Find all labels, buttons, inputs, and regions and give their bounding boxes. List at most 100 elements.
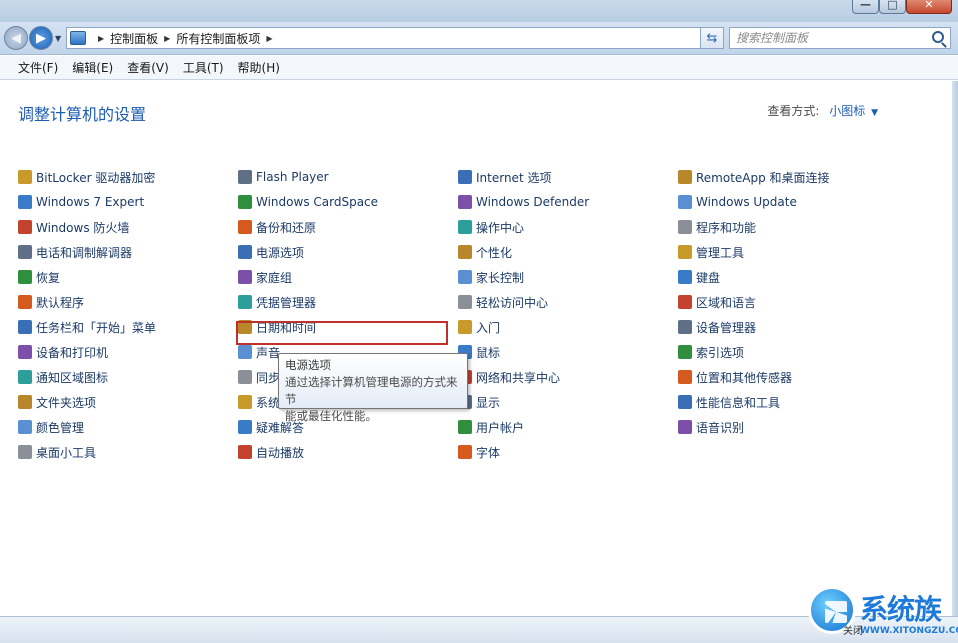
address-bar[interactable]: ▶ 控制面板 ▶ 所有控制面板项 ▶ ▼: [66, 27, 721, 49]
control-panel-item[interactable]: 颜色管理: [18, 417, 84, 437]
control-panel-item[interactable]: Windows Update: [678, 192, 797, 212]
tooltip-title: 电源选项: [285, 358, 331, 372]
control-panel-item[interactable]: RemoteApp 和桌面连接: [678, 167, 830, 187]
view-by-dropdown[interactable]: 小图标: [829, 104, 865, 118]
control-panel-item[interactable]: 设备管理器: [678, 317, 756, 337]
breadcrumb-separator-icon[interactable]: ▶: [164, 34, 170, 43]
menu-view[interactable]: 查看(V): [120, 59, 176, 76]
refresh-button[interactable]: ⇆: [700, 27, 724, 49]
control-panel-item-icon: [238, 420, 252, 434]
forward-button[interactable]: ▶: [29, 26, 53, 50]
control-panel-item-label: 凭据管理器: [256, 295, 317, 310]
control-panel-item-label: 轻松访问中心: [476, 295, 549, 310]
control-panel-item[interactable]: 设备和打印机: [18, 342, 108, 362]
control-panel-item[interactable]: 网络和共享中心: [458, 367, 560, 387]
control-panel-item-icon: [458, 445, 472, 459]
control-panel-item[interactable]: 语音识别: [678, 417, 744, 437]
control-panel-item[interactable]: 用户帐户: [458, 417, 524, 437]
search-box[interactable]: [729, 27, 951, 49]
control-panel-item[interactable]: BitLocker 驱动器加密: [18, 167, 155, 187]
control-panel-item-label: 颜色管理: [36, 420, 85, 435]
control-panel-item[interactable]: 电话和调制解调器: [18, 242, 132, 262]
control-panel-item-icon: [238, 345, 252, 359]
menu-file[interactable]: 文件(F): [11, 59, 65, 76]
control-panel-item[interactable]: Windows CardSpace: [238, 192, 378, 212]
control-panel-item-label: 个性化: [476, 245, 513, 260]
control-panel-item[interactable]: 恢复: [18, 267, 60, 287]
control-panel-item-label: 电源选项: [256, 245, 305, 260]
control-panel-item[interactable]: 家长控制: [458, 267, 524, 287]
control-panel-item[interactable]: 程序和功能: [678, 217, 756, 237]
control-panel-item[interactable]: Internet 选项: [458, 167, 551, 187]
control-panel-item[interactable]: 操作中心: [458, 217, 524, 237]
menu-tools[interactable]: 工具(T): [176, 59, 231, 76]
control-panel-item-icon: [18, 345, 32, 359]
control-panel-item-label: 文件夹选项: [36, 395, 97, 410]
control-panel-item[interactable]: Flash Player: [238, 167, 329, 187]
control-panel-item[interactable]: 家庭组: [238, 267, 292, 287]
control-panel-item-label: 性能信息和工具: [696, 395, 781, 410]
page-title: 调整计算机的设置: [18, 105, 147, 124]
menu-bar: 文件(F) 编辑(E) 查看(V) 工具(T) 帮助(H): [0, 56, 958, 80]
control-panel-item-label: 鼠标: [476, 345, 501, 360]
control-panel-item[interactable]: 备份和还原: [238, 217, 316, 237]
breadcrumb-all-items[interactable]: 所有控制面板项: [176, 30, 260, 47]
control-panel-item[interactable]: 键盘: [678, 267, 720, 287]
control-panel-item[interactable]: 字体: [458, 442, 500, 462]
control-panel-item-icon: [678, 195, 692, 209]
control-panel-item[interactable]: 区域和语言: [678, 292, 756, 312]
control-panel-item-icon: [238, 295, 252, 309]
control-panel-item-icon: [458, 295, 472, 309]
menu-help[interactable]: 帮助(H): [231, 59, 287, 76]
control-panel-item[interactable]: 任务栏和「开始」菜单: [18, 317, 156, 337]
control-panel-item[interactable]: 通知区域图标: [18, 367, 108, 387]
control-panel-item[interactable]: 声音: [238, 342, 280, 362]
breadcrumb-control-panel[interactable]: 控制面板: [110, 30, 158, 47]
recent-pages-dropdown-icon[interactable]: ▼: [55, 34, 61, 43]
control-panel-item-label: 系统: [256, 395, 281, 410]
control-panel-item[interactable]: Windows Defender: [458, 192, 589, 212]
control-panel-item-label: 用户帐户: [476, 420, 525, 435]
control-panel-item-label: 电话和调制解调器: [36, 245, 133, 260]
control-panel-item[interactable]: Windows 防火墙: [18, 217, 129, 237]
tooltip-line: 通过选择计算机管理电源的方式来节: [285, 375, 458, 406]
search-icon[interactable]: [932, 31, 944, 43]
control-panel-item[interactable]: Windows 7 Expert: [18, 192, 144, 212]
control-panel-item-label: 区域和语言: [696, 295, 757, 310]
close-button[interactable]: ✕: [906, 0, 952, 14]
chevron-down-icon[interactable]: ▼: [871, 108, 878, 118]
control-panel-item[interactable]: 入门: [458, 317, 500, 337]
control-panel-item[interactable]: 轻松访问中心: [458, 292, 548, 312]
control-panel-item[interactable]: 位置和其他传感器: [678, 367, 792, 387]
control-panel-item[interactable]: 桌面小工具: [18, 442, 96, 462]
minimize-button[interactable]: —: [852, 0, 879, 14]
control-panel-item[interactable]: 文件夹选项: [18, 392, 96, 412]
control-panel-item[interactable]: 凭据管理器: [238, 292, 316, 312]
control-panel-item-icon: [458, 220, 472, 234]
control-panel-item[interactable]: 个性化: [458, 242, 512, 262]
breadcrumb-separator-icon[interactable]: ▶: [98, 34, 104, 43]
control-panel-item[interactable]: 索引选项: [678, 342, 744, 362]
control-panel-item-icon: [458, 320, 472, 334]
maximize-button[interactable]: □: [879, 0, 906, 14]
control-panel-item-icon: [678, 245, 692, 259]
control-panel-item-icon: [678, 420, 692, 434]
back-button[interactable]: ◀: [4, 26, 28, 50]
breadcrumb-separator-icon[interactable]: ▶: [266, 34, 272, 43]
control-panel-item-label: 操作中心: [476, 220, 525, 235]
view-by-label: 查看方式:: [767, 104, 820, 118]
control-panel-item[interactable]: 系统: [238, 392, 280, 412]
control-panel-item-label: Windows 7 Expert: [36, 195, 145, 209]
control-panel-item-label: 家长控制: [476, 270, 525, 285]
control-panel-item[interactable]: 电源选项: [238, 242, 304, 262]
menu-edit[interactable]: 编辑(E): [65, 59, 120, 76]
search-input[interactable]: [736, 31, 926, 45]
control-panel-item-label: 设备和打印机: [36, 345, 109, 360]
control-panel-item[interactable]: 管理工具: [678, 242, 744, 262]
control-panel-item-icon: [18, 170, 32, 184]
control-panel-item[interactable]: 默认程序: [18, 292, 84, 312]
control-panel-item[interactable]: 自动播放: [238, 442, 304, 462]
control-panel-item-icon: [18, 195, 32, 209]
control-panel-item[interactable]: 性能信息和工具: [678, 392, 780, 412]
control-panel-item-label: 家庭组: [256, 270, 293, 285]
